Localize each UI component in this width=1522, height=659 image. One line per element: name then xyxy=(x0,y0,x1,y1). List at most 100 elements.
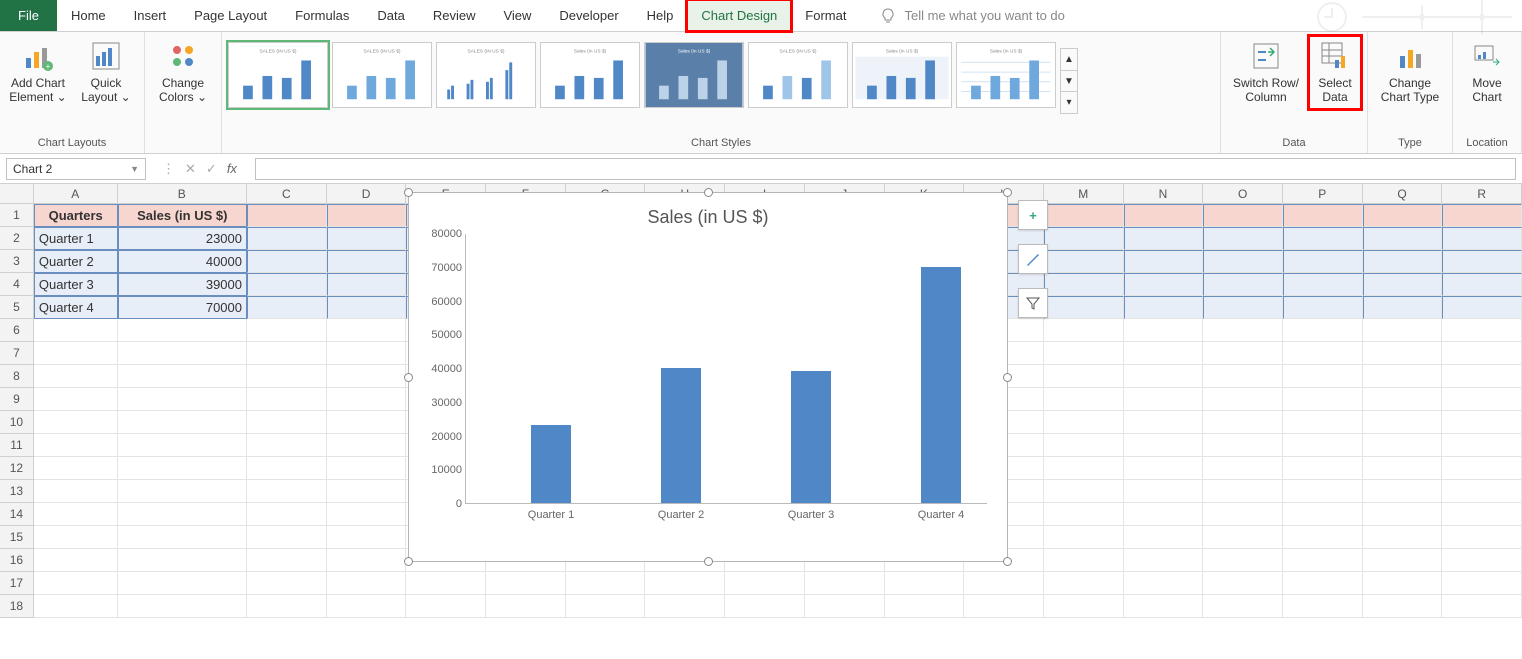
cell-C2[interactable] xyxy=(247,227,327,250)
cell-M18[interactable] xyxy=(1044,595,1124,618)
cell-B8[interactable] xyxy=(118,365,247,388)
tab-data[interactable]: Data xyxy=(363,0,418,31)
cell-B3[interactable]: 40000 xyxy=(118,250,247,273)
cell-N1[interactable] xyxy=(1124,204,1204,227)
cell-D3[interactable] xyxy=(327,250,407,273)
cell-B13[interactable] xyxy=(118,480,247,503)
chart-title[interactable]: Sales (in US $) xyxy=(409,193,1007,234)
cell-O3[interactable] xyxy=(1203,250,1283,273)
chart-handle-top-left[interactable] xyxy=(404,188,413,197)
tab-insert[interactable]: Insert xyxy=(120,0,181,31)
row-header-15[interactable]: 15 xyxy=(0,526,34,549)
cell-P5[interactable] xyxy=(1283,296,1363,319)
cell-O4[interactable] xyxy=(1203,273,1283,296)
cell-O15[interactable] xyxy=(1203,526,1283,549)
cell-R4[interactable] xyxy=(1442,273,1522,296)
cell-C14[interactable] xyxy=(247,503,327,526)
cell-J17[interactable] xyxy=(805,572,885,595)
cell-C18[interactable] xyxy=(247,595,327,618)
cell-M8[interactable] xyxy=(1044,365,1124,388)
cell-Q12[interactable] xyxy=(1363,457,1443,480)
cell-G17[interactable] xyxy=(566,572,646,595)
chart-handle-mid-left[interactable] xyxy=(404,373,413,382)
row-header-3[interactable]: 3 xyxy=(0,250,34,273)
cell-A14[interactable] xyxy=(34,503,118,526)
embedded-chart[interactable]: Sales (in US $) 010000200003000040000500… xyxy=(408,192,1008,562)
chart-filters-button[interactable] xyxy=(1018,288,1048,318)
cell-N2[interactable] xyxy=(1124,227,1204,250)
cell-R7[interactable] xyxy=(1442,342,1522,365)
enter-icon[interactable]: ✓ xyxy=(206,161,217,177)
cell-K18[interactable] xyxy=(885,595,965,618)
cell-C10[interactable] xyxy=(247,411,327,434)
row-header-6[interactable]: 6 xyxy=(0,319,34,342)
cell-B6[interactable] xyxy=(118,319,247,342)
cell-C5[interactable] xyxy=(247,296,327,319)
cell-C16[interactable] xyxy=(247,549,327,572)
cell-N14[interactable] xyxy=(1124,503,1204,526)
row-header-17[interactable]: 17 xyxy=(0,572,34,595)
add-chart-element-button[interactable]: + Add Chart Element ⌄ xyxy=(6,36,70,109)
column-header-N[interactable]: N xyxy=(1124,184,1204,203)
gallery-up[interactable]: ▲ xyxy=(1061,49,1077,71)
cell-D7[interactable] xyxy=(327,342,407,365)
cell-O11[interactable] xyxy=(1203,434,1283,457)
cancel-icon[interactable]: ✕ xyxy=(185,161,196,177)
cell-C9[interactable] xyxy=(247,388,327,411)
cell-Q18[interactable] xyxy=(1363,595,1443,618)
cell-M1[interactable] xyxy=(1044,204,1124,227)
row-header-1[interactable]: 1 xyxy=(0,204,34,227)
chart-plot-area[interactable]: 0100002000030000400005000060000700008000… xyxy=(465,234,987,504)
cell-N7[interactable] xyxy=(1124,342,1204,365)
cell-P13[interactable] xyxy=(1283,480,1363,503)
tell-me-search[interactable]: Tell me what you want to do xyxy=(880,0,1064,31)
change-colors-button[interactable]: Change Colors ⌄ xyxy=(151,36,215,109)
cell-O5[interactable] xyxy=(1203,296,1283,319)
row-header-18[interactable]: 18 xyxy=(0,595,34,618)
cell-M2[interactable] xyxy=(1044,227,1124,250)
cell-B18[interactable] xyxy=(118,595,247,618)
cell-A7[interactable] xyxy=(34,342,118,365)
cell-D18[interactable] xyxy=(327,595,407,618)
cell-P3[interactable] xyxy=(1283,250,1363,273)
chart-handle-mid-right[interactable] xyxy=(1003,373,1012,382)
cell-N10[interactable] xyxy=(1124,411,1204,434)
cell-P15[interactable] xyxy=(1283,526,1363,549)
chart-style-2[interactable]: SALES (IN US $) xyxy=(332,42,432,108)
cell-A10[interactable] xyxy=(34,411,118,434)
row-header-12[interactable]: 12 xyxy=(0,457,34,480)
cell-N15[interactable] xyxy=(1124,526,1204,549)
cell-A2[interactable]: Quarter 1 xyxy=(34,227,118,250)
cell-M9[interactable] xyxy=(1044,388,1124,411)
cell-P2[interactable] xyxy=(1283,227,1363,250)
cell-K17[interactable] xyxy=(885,572,965,595)
cell-P14[interactable] xyxy=(1283,503,1363,526)
cell-P12[interactable] xyxy=(1283,457,1363,480)
cell-M3[interactable] xyxy=(1044,250,1124,273)
cell-B1[interactable]: Sales (in US $) xyxy=(118,204,247,227)
chart-handle-bot-mid[interactable] xyxy=(704,557,713,566)
cell-N11[interactable] xyxy=(1124,434,1204,457)
cell-A13[interactable] xyxy=(34,480,118,503)
cell-M14[interactable] xyxy=(1044,503,1124,526)
cell-Q10[interactable] xyxy=(1363,411,1443,434)
cell-P6[interactable] xyxy=(1283,319,1363,342)
cell-P10[interactable] xyxy=(1283,411,1363,434)
cell-Q3[interactable] xyxy=(1363,250,1443,273)
row-header-14[interactable]: 14 xyxy=(0,503,34,526)
cell-B11[interactable] xyxy=(118,434,247,457)
chart-style-6[interactable]: SALES (IN US $) xyxy=(748,42,848,108)
cell-C12[interactable] xyxy=(247,457,327,480)
cell-Q4[interactable] xyxy=(1363,273,1443,296)
cell-M13[interactable] xyxy=(1044,480,1124,503)
cell-D4[interactable] xyxy=(327,273,407,296)
cell-Q15[interactable] xyxy=(1363,526,1443,549)
tab-chart-design[interactable]: Chart Design xyxy=(687,0,791,31)
move-chart-button[interactable]: Move Chart xyxy=(1459,36,1515,109)
cell-O16[interactable] xyxy=(1203,549,1283,572)
cell-D6[interactable] xyxy=(327,319,407,342)
cell-O17[interactable] xyxy=(1203,572,1283,595)
cell-R12[interactable] xyxy=(1442,457,1522,480)
cell-B7[interactable] xyxy=(118,342,247,365)
cell-C3[interactable] xyxy=(247,250,327,273)
